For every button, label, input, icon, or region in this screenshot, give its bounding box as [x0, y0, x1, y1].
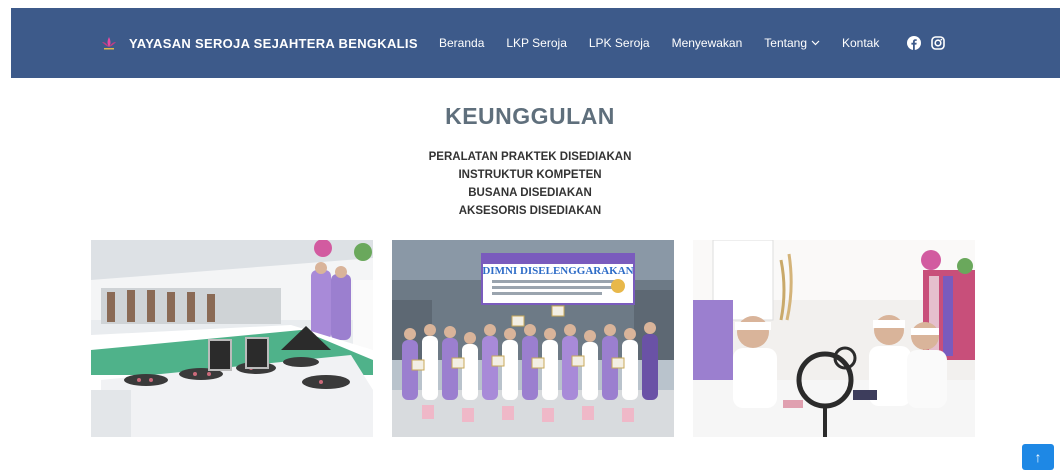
feature-list: PERALATAN PRAKTEK DISEDIAKAN INSTRUKTUR …	[0, 148, 1060, 220]
social-links	[907, 36, 946, 50]
section-title: KEUNGGULAN	[445, 103, 615, 129]
nav-item-lkp-seroja[interactable]: LKP Seroja	[506, 36, 567, 50]
photo-makeup-room[interactable]	[91, 240, 373, 437]
back-to-top-button[interactable]: ↑	[1022, 444, 1054, 470]
facebook-icon[interactable]	[907, 36, 922, 50]
instagram-icon[interactable]	[931, 36, 946, 50]
navbar: YAYASAN SEROJA SEJAHTERA BENGKALIS Beran…	[11, 8, 1060, 78]
nav-item-tentang[interactable]: Tentang	[764, 36, 820, 50]
nav-item-menyewakan[interactable]: Menyewakan	[672, 36, 743, 50]
nav-item-beranda[interactable]: Beranda	[439, 36, 484, 50]
lotus-logo-icon	[99, 33, 119, 53]
brand-name: YAYASAN SEROJA SEJAHTERA BENGKALIS	[129, 35, 418, 51]
photo-group-event[interactable]: DIMNI DISELENGGARAKAN	[392, 240, 674, 437]
feature-item: BUSANA DISEDIAKAN	[468, 187, 592, 199]
nav-menu: Beranda LKP Seroja LPK Seroja Menyewakan…	[439, 8, 946, 78]
nav-item-lpk-seroja[interactable]: LPK Seroja	[589, 36, 650, 50]
photo-gallery: DIMNI DISELENGGARAKAN	[0, 240, 1060, 437]
feature-item: INSTRUKTUR KOMPETEN	[458, 169, 602, 181]
feature-item: AKSESORIS DISEDIAKAN	[458, 205, 602, 217]
feature-item: PERALATAN PRAKTEK DISEDIAKAN	[428, 151, 632, 163]
banner-text: DIMNI DISELENGGARAKAN	[482, 265, 633, 277]
nav-item-kontak[interactable]: Kontak	[842, 36, 879, 50]
arrow-up-icon: ↑	[1034, 449, 1042, 465]
chevron-down-icon	[811, 38, 820, 48]
photo-practice-session[interactable]	[693, 240, 975, 437]
brand[interactable]: YAYASAN SEROJA SEJAHTERA BENGKALIS	[99, 8, 418, 78]
